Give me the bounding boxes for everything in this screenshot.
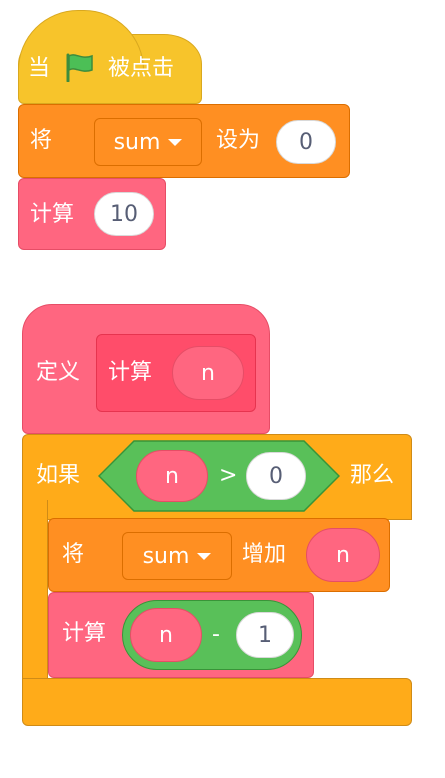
define-label: 定义: [36, 360, 81, 385]
change-value-n[interactable]: n: [306, 528, 380, 582]
call-proc-label: 计算: [30, 202, 75, 227]
hat-suffix-label: 被点击: [108, 56, 175, 81]
if-label: 如果: [36, 463, 81, 488]
prototype-label: 计算: [108, 360, 153, 385]
change-dropdown-value: sum: [142, 543, 190, 569]
hat-prefix-label: 当: [28, 56, 51, 81]
param-n-reporter[interactable]: n: [172, 346, 244, 400]
chevron-down-icon: [197, 552, 212, 560]
subtract-left-n[interactable]: n: [130, 608, 202, 662]
change-label: 将: [62, 542, 85, 567]
then-label: 那么: [350, 463, 395, 488]
if-block-arm: [22, 500, 48, 688]
subtract-right-input[interactable]: 1: [236, 612, 294, 658]
operator-symbol: >: [219, 463, 238, 488]
call-arg-input[interactable]: 10: [94, 192, 154, 236]
variable-dropdown-value: sum: [113, 129, 161, 155]
condition-left-n[interactable]: n: [136, 450, 208, 502]
set-to-label: 设为: [216, 128, 261, 153]
change-variable-dropdown[interactable]: sum: [122, 532, 232, 580]
chevron-down-icon: [168, 138, 183, 146]
condition-right-input[interactable]: 0: [246, 452, 306, 500]
hat-content: 当 被点击: [28, 52, 174, 86]
set-value-input[interactable]: 0: [276, 120, 336, 164]
variable-dropdown[interactable]: sum: [94, 118, 202, 166]
green-flag-icon: [62, 52, 96, 86]
subtract-symbol: -: [212, 622, 220, 647]
set-label: 将: [30, 128, 53, 153]
change-by-label: 增加: [242, 542, 287, 567]
recursive-call-label: 计算: [62, 621, 107, 646]
if-block-bottom: [22, 678, 412, 726]
